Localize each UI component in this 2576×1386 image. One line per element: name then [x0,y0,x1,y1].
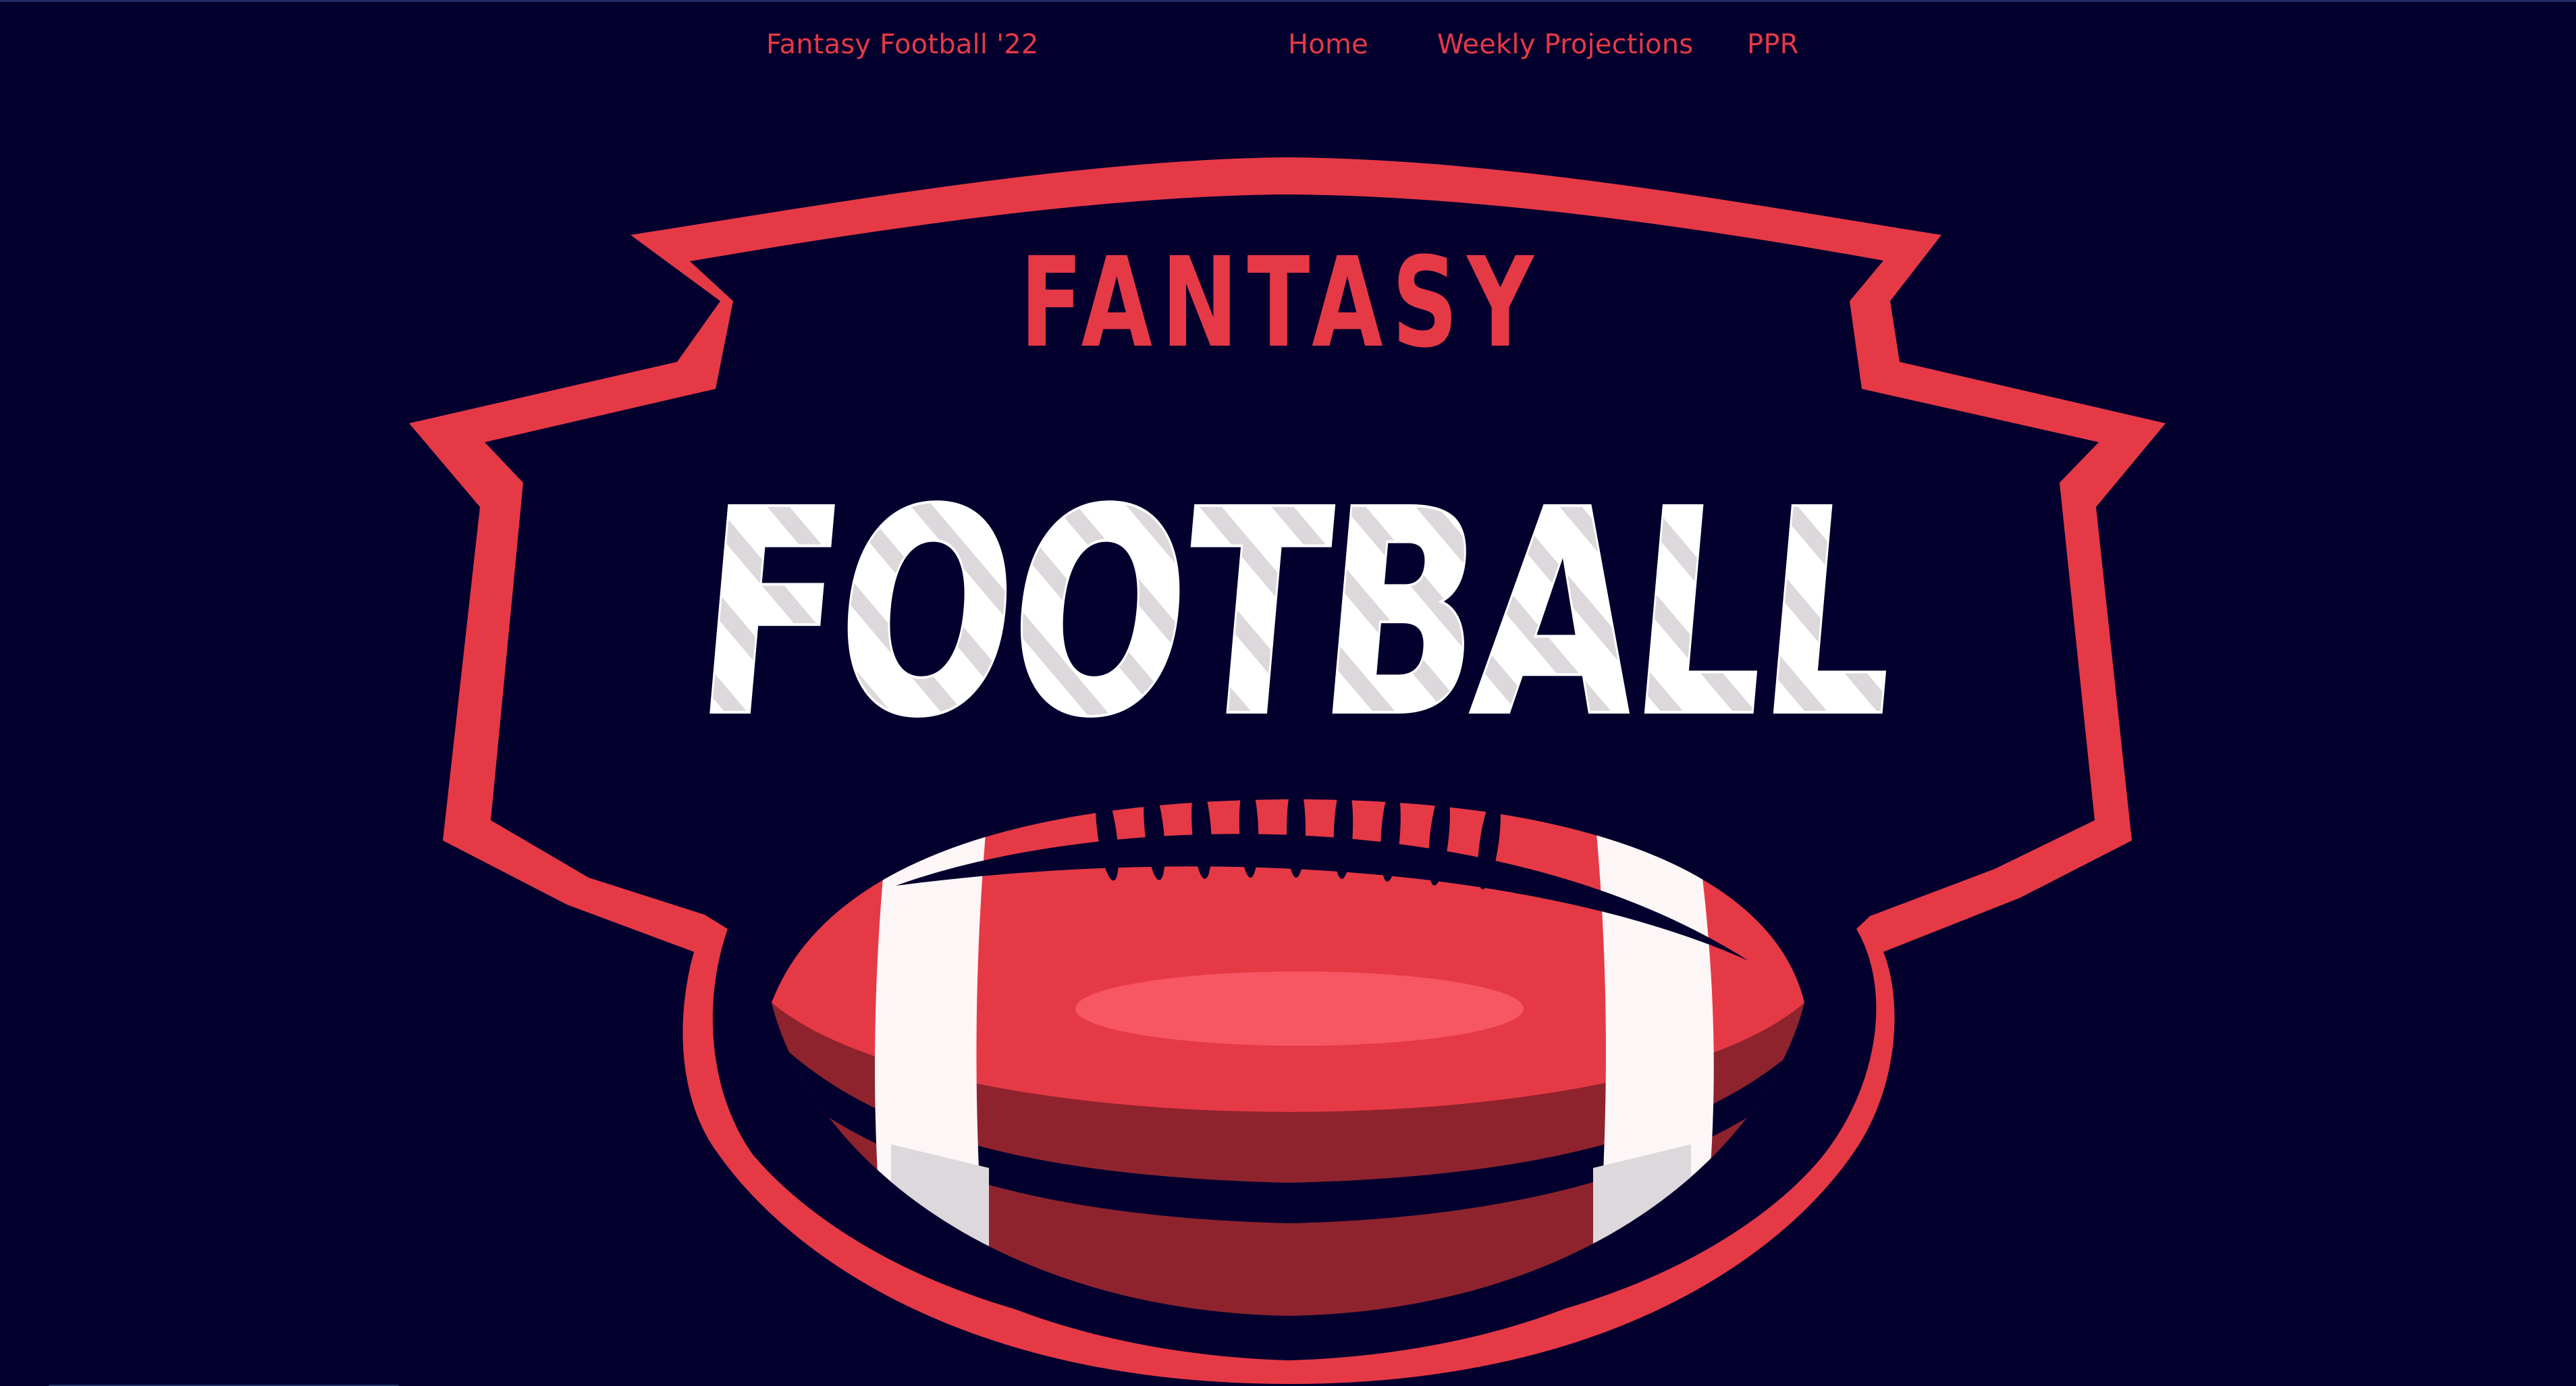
site-title-link[interactable]: Fantasy Football '22 [766,24,1039,65]
top-navigation: Fantasy Football '22 Home Weekly Project… [0,24,2576,65]
fantasy-football-page: FANTASY FOOTBALL Fantasy Football '22 Ho… [0,0,2576,1386]
logo-word-football: FOOTBALL [686,449,1908,779]
logo-word-fantasy: FANTASY [1020,232,1542,376]
fantasy-football-logo: FANTASY FOOTBALL [409,157,2166,1384]
nav-link-weekly-projections[interactable]: Weekly Projections [1437,24,1693,65]
nav-link-ppr[interactable]: PPR [1747,24,1799,65]
nav-link-home[interactable]: Home [1288,24,1368,65]
hero-logo-area: FANTASY FOOTBALL [0,0,2576,1386]
